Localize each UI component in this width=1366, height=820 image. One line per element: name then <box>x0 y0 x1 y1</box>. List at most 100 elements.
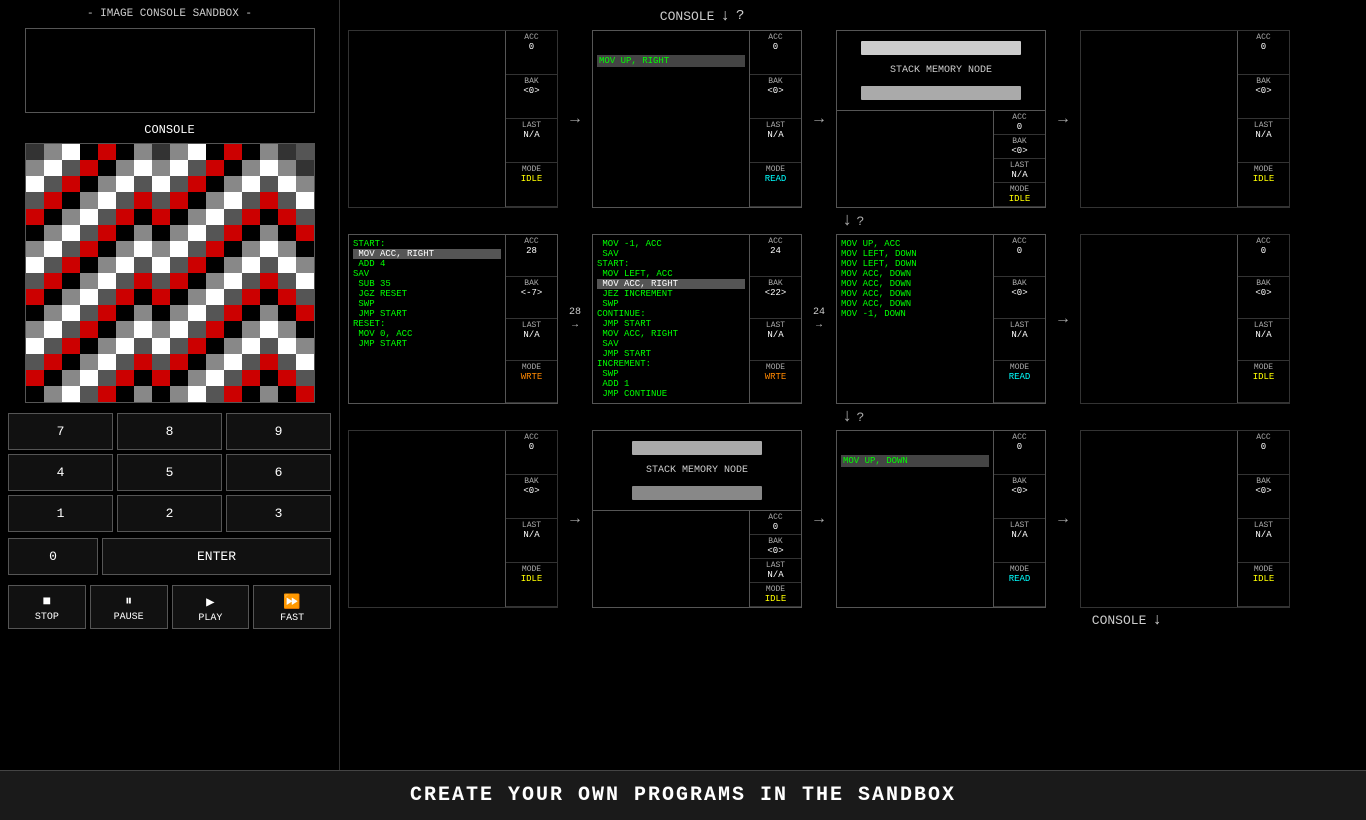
pixel-cell <box>170 273 188 289</box>
pixel-cell <box>224 273 242 289</box>
pixel-cell <box>188 305 206 321</box>
pixel-cell <box>26 370 44 386</box>
pixel-cell <box>26 257 44 273</box>
arrow-1-23: → <box>1048 234 1078 404</box>
pixel-cell <box>62 225 80 241</box>
pixel-cell <box>116 321 134 337</box>
pixel-cell <box>188 370 206 386</box>
console-bottom-row: CONSOLE ↓ <box>344 610 1362 630</box>
pixel-cell <box>80 354 98 370</box>
pixel-cell <box>80 257 98 273</box>
numpad-4[interactable]: 4 <box>8 454 113 491</box>
arrow-0-12: → <box>804 30 834 208</box>
pixel-cell <box>170 176 188 192</box>
pixel-cell <box>242 370 260 386</box>
play-button[interactable]: ▶ PLAY <box>172 585 250 629</box>
pixel-cell <box>242 209 260 225</box>
pixel-cell <box>62 209 80 225</box>
pixel-cell <box>260 144 278 160</box>
numpad-5[interactable]: 5 <box>117 454 222 491</box>
pixel-cell <box>62 321 80 337</box>
pixel-cell <box>116 370 134 386</box>
pixel-cell <box>26 354 44 370</box>
footer-text: CREATE YOUR OWN PROGRAMS IN THE SANDBOX <box>410 784 956 807</box>
pixel-cell <box>98 241 116 257</box>
pixel-cell <box>224 338 242 354</box>
pixel-cell <box>278 209 296 225</box>
pixel-cell <box>242 257 260 273</box>
pixel-cell <box>152 192 170 208</box>
pixel-cell <box>260 386 278 402</box>
pixel-cell <box>134 386 152 402</box>
pixel-cell <box>44 160 62 176</box>
pixel-cell <box>116 289 134 305</box>
pixel-cell <box>170 386 188 402</box>
numpad-3[interactable]: 3 <box>226 495 331 532</box>
pixel-cell <box>44 257 62 273</box>
enter-button[interactable]: ENTER <box>102 538 331 575</box>
pixel-cell <box>206 160 224 176</box>
numpad-7[interactable]: 7 <box>8 413 113 450</box>
pixel-cell <box>116 225 134 241</box>
registers-2-1: ACC0 BAK<0> LASTN/A MODEIDLE <box>749 511 801 607</box>
pixel-cell <box>80 209 98 225</box>
pixel-cell <box>296 386 314 402</box>
pixel-cell <box>152 305 170 321</box>
pixel-cell <box>26 160 44 176</box>
pixel-cell <box>152 338 170 354</box>
pixel-cell <box>260 176 278 192</box>
pixel-cell <box>116 241 134 257</box>
pixel-cell <box>188 289 206 305</box>
pixel-canvas <box>25 143 315 403</box>
pixel-cell <box>224 241 242 257</box>
stack-label-1: STACK MEMORY NODE <box>646 465 748 476</box>
pixel-cell <box>98 160 116 176</box>
stop-icon: ■ <box>43 594 51 610</box>
pixel-cell <box>188 225 206 241</box>
pixel-cell <box>26 273 44 289</box>
pixel-cell <box>44 305 62 321</box>
pixel-cell <box>170 209 188 225</box>
right-area: CONSOLE ↓ ? ACC0 BAK<0> LASTN/A MODEIDLE… <box>340 0 1366 770</box>
pixel-cell <box>296 305 314 321</box>
pixel-cell <box>44 338 62 354</box>
pixel-cell <box>116 273 134 289</box>
pixel-cell <box>170 192 188 208</box>
pixel-cell <box>62 241 80 257</box>
pixel-cell <box>296 160 314 176</box>
pixel-cell <box>188 209 206 225</box>
numpad-6[interactable]: 6 <box>226 454 331 491</box>
numpad-1[interactable]: 1 <box>8 495 113 532</box>
pixel-cell <box>98 370 116 386</box>
fast-button[interactable]: ⏩ FAST <box>253 585 331 629</box>
pixel-cell <box>44 289 62 305</box>
numpad-2[interactable]: 2 <box>117 495 222 532</box>
pixel-cell <box>296 241 314 257</box>
pixel-cell <box>26 305 44 321</box>
pixel-cell <box>242 386 260 402</box>
numpad-8[interactable]: 8 <box>117 413 222 450</box>
stop-button[interactable]: ■ STOP <box>8 585 86 629</box>
arrow-1-12: 24 → <box>804 234 834 404</box>
pixel-cell <box>224 209 242 225</box>
pixel-cell <box>260 257 278 273</box>
numpad-9[interactable]: 9 <box>226 413 331 450</box>
pixel-cell <box>278 289 296 305</box>
pixel-cell <box>62 176 80 192</box>
registers-1-1: ACC24 BAK<22> LASTN/A MODEWRTE <box>749 235 801 403</box>
pixel-cell <box>224 144 242 160</box>
node-row-0: ACC0 BAK<0> LASTN/A MODEIDLE → MOV UP, R… <box>344 30 1362 208</box>
pixel-cell <box>152 209 170 225</box>
pixel-cell <box>62 289 80 305</box>
pixel-cell <box>116 144 134 160</box>
pixel-cell <box>152 386 170 402</box>
pixel-cell <box>242 354 260 370</box>
pixel-cell <box>44 176 62 192</box>
pixel-cell <box>44 144 62 160</box>
numpad-0[interactable]: 0 <box>8 538 98 575</box>
arrow-2-01: → <box>560 430 590 608</box>
pixel-cell <box>296 289 314 305</box>
pixel-cell <box>242 241 260 257</box>
pixel-cell <box>260 192 278 208</box>
pause-button[interactable]: ⏸ PAUSE <box>90 585 168 629</box>
